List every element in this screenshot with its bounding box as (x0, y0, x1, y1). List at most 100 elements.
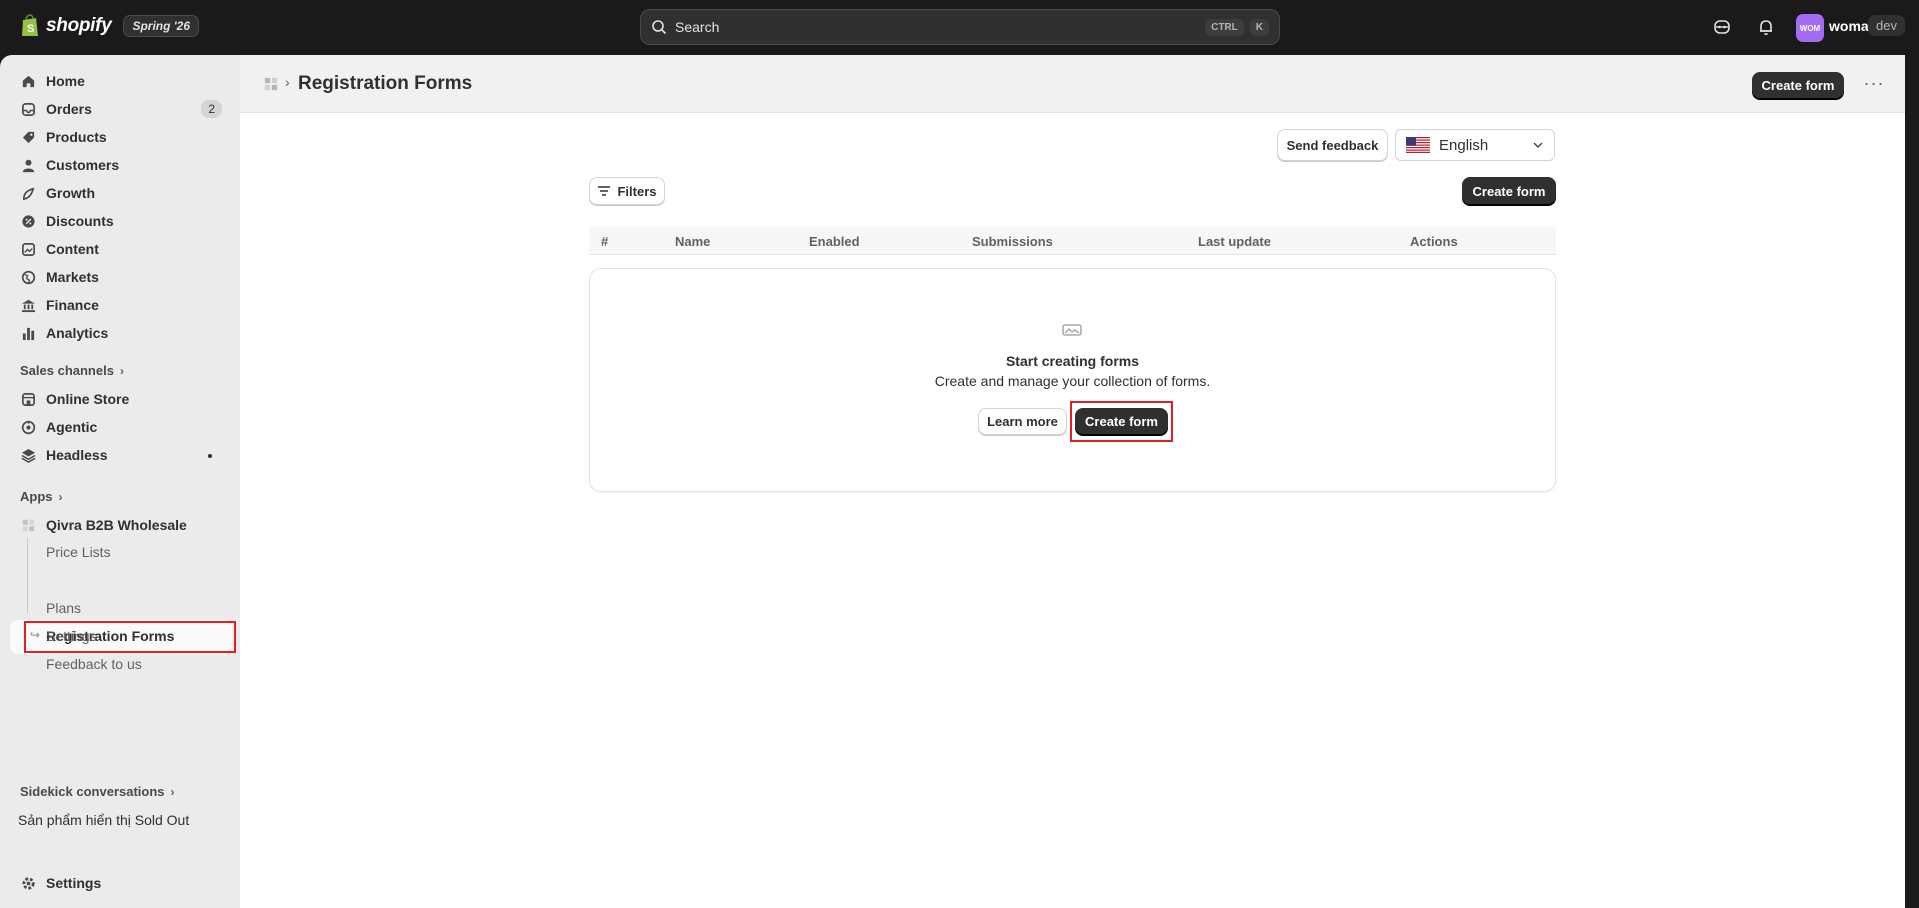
column-header-name[interactable]: Name (675, 234, 710, 249)
sidebar-item-label: Home (46, 73, 85, 89)
more-actions-button[interactable]: ··· (1860, 71, 1888, 95)
orders-count-badge: 2 (201, 100, 222, 118)
store-icon (20, 391, 36, 407)
column-header-number[interactable]: # (601, 234, 608, 249)
person-icon (20, 157, 36, 173)
create-form-button[interactable]: Create form (1462, 177, 1556, 205)
header-create-form-button[interactable]: Create form (1752, 72, 1844, 99)
sidebar-item-agentic[interactable]: Agentic (8, 413, 232, 441)
sidebar: Home Orders 2 Products Customers Growth … (0, 55, 240, 908)
growth-icon (20, 185, 36, 201)
bell-icon (1760, 20, 1772, 35)
chevron-right-icon: › (119, 363, 124, 378)
bank-icon (20, 297, 36, 313)
sidebar-item-label: Qivra B2B Wholesale (46, 517, 187, 533)
content-icon (20, 241, 36, 257)
sidebar-item-home[interactable]: Home (8, 67, 232, 95)
tag-icon (20, 129, 36, 145)
column-header-enabled[interactable]: Enabled (809, 234, 860, 249)
learn-more-button[interactable]: Learn more (978, 408, 1067, 435)
store-name[interactable]: woma (1829, 18, 1869, 34)
sidekick-conversations-label: Sidekick conversations (20, 784, 165, 799)
headless-icon (20, 447, 36, 463)
headless-dot-indicator (208, 454, 212, 458)
filter-icon (598, 186, 611, 196)
sidebar-subitem-price-lists[interactable]: Price Lists (46, 544, 111, 560)
language-value: English (1439, 136, 1489, 154)
sidekick-conversations-heading[interactable]: Sidekick conversations › (20, 784, 175, 799)
search-placeholder: Search (675, 19, 720, 35)
search-bar[interactable]: Search CTRL K (640, 9, 1280, 45)
sidebar-item-label: Headless (46, 447, 108, 463)
sidebar-item-label: Finance (46, 297, 99, 313)
language-select[interactable]: English (1395, 129, 1555, 161)
sidebar-item-products[interactable]: Products (8, 123, 232, 151)
notifications-button[interactable] (1755, 16, 1777, 38)
empty-state-icon (1062, 324, 1082, 336)
sidekick-icon (1714, 20, 1730, 34)
app-breadcrumb-icon[interactable] (264, 77, 278, 91)
empty-state-title: Start creating forms (1005, 353, 1140, 369)
chevron-right-icon: › (58, 489, 63, 504)
sidebar-item-finance[interactable]: Finance (8, 291, 232, 319)
filters-label: Filters (617, 183, 657, 199)
svg-text:S: S (27, 23, 34, 35)
table-header: # Name Enabled Submissions Last update A… (589, 227, 1556, 255)
apps-heading[interactable]: Apps › (20, 489, 63, 504)
sidebar-item-discounts[interactable]: Discounts (8, 207, 232, 235)
chevron-right-icon: › (170, 784, 175, 799)
shortcut-k-key: K (1249, 18, 1269, 36)
sidebar-item-markets[interactable]: Markets (8, 263, 232, 291)
sidebar-item-customers[interactable]: Customers (8, 151, 232, 179)
sidebar-item-label: Markets (46, 269, 99, 285)
shopify-bag-icon: S (22, 14, 38, 36)
sidekick-conversation-item[interactable]: Sản phẩm hiển thị Sold Out (18, 812, 189, 828)
globe-icon (20, 269, 36, 285)
main-content: › Registration Forms Create form ··· Sen… (240, 55, 1905, 908)
sidebar-subitem-plans[interactable]: Plans (46, 600, 81, 616)
sidebar-subitem-feedback[interactable]: Feedback to us (46, 656, 142, 672)
us-flag-icon (1406, 137, 1430, 153)
sidebar-item-orders[interactable]: Orders 2 (8, 95, 232, 123)
column-header-last-update[interactable]: Last update (1198, 234, 1271, 249)
sales-channels-heading[interactable]: Sales channels › (20, 363, 124, 378)
sidebar-item-analytics[interactable]: Analytics (8, 319, 232, 347)
sidebar-item-content[interactable]: Content (8, 235, 232, 263)
brand-name: shopify (46, 15, 112, 36)
subnav-guide-line (27, 538, 28, 613)
sidebar-item-online-store[interactable]: Online Store (8, 385, 232, 413)
sidebar-item-label: Growth (46, 185, 95, 201)
sidebar-item-settings[interactable]: Settings (8, 869, 232, 897)
store-avatar[interactable]: WOM (1796, 14, 1824, 42)
page-header: › Registration Forms Create form ··· (240, 55, 1905, 113)
apps-label: Apps (20, 489, 53, 504)
ellipsis-icon: ··· (1863, 72, 1885, 93)
page-title: Registration Forms (298, 73, 473, 94)
sidebar-item-label: Customers (46, 157, 120, 173)
filters-button[interactable]: Filters (589, 177, 665, 205)
store-dev-badge: dev (1868, 15, 1905, 36)
send-feedback-button[interactable]: Send feedback (1277, 129, 1388, 161)
sales-channels-label: Sales channels (20, 363, 114, 378)
chevron-down-icon (1533, 142, 1543, 149)
sidebar-item-label: Agentic (46, 419, 98, 435)
sidebar-item-growth[interactable]: Growth (8, 179, 232, 207)
sidebar-item-qivra-app[interactable]: Qivra B2B Wholesale (8, 511, 232, 539)
bar-chart-icon (20, 325, 36, 341)
edition-badge[interactable]: Spring '26 (123, 15, 200, 37)
app-icon (20, 517, 36, 533)
gear-icon (20, 875, 36, 891)
search-icon (652, 20, 667, 35)
column-header-actions[interactable]: Actions (1410, 234, 1458, 249)
sidekick-button[interactable] (1711, 16, 1733, 38)
shopify-logo[interactable]: S shopify Spring '26 (20, 14, 200, 38)
sidebar-item-label: Discounts (46, 213, 114, 229)
highlight-box-create-form (1070, 401, 1173, 442)
sidebar-subitem-settings[interactable]: Settings (46, 628, 97, 644)
empty-state-description: Create and manage your collection of for… (934, 373, 1211, 389)
orders-icon (20, 101, 36, 117)
column-header-submissions[interactable]: Submissions (972, 234, 1053, 249)
home-icon (20, 73, 36, 89)
chevron-right-icon: › (285, 74, 290, 90)
sidebar-item-headless[interactable]: Headless (8, 441, 232, 469)
